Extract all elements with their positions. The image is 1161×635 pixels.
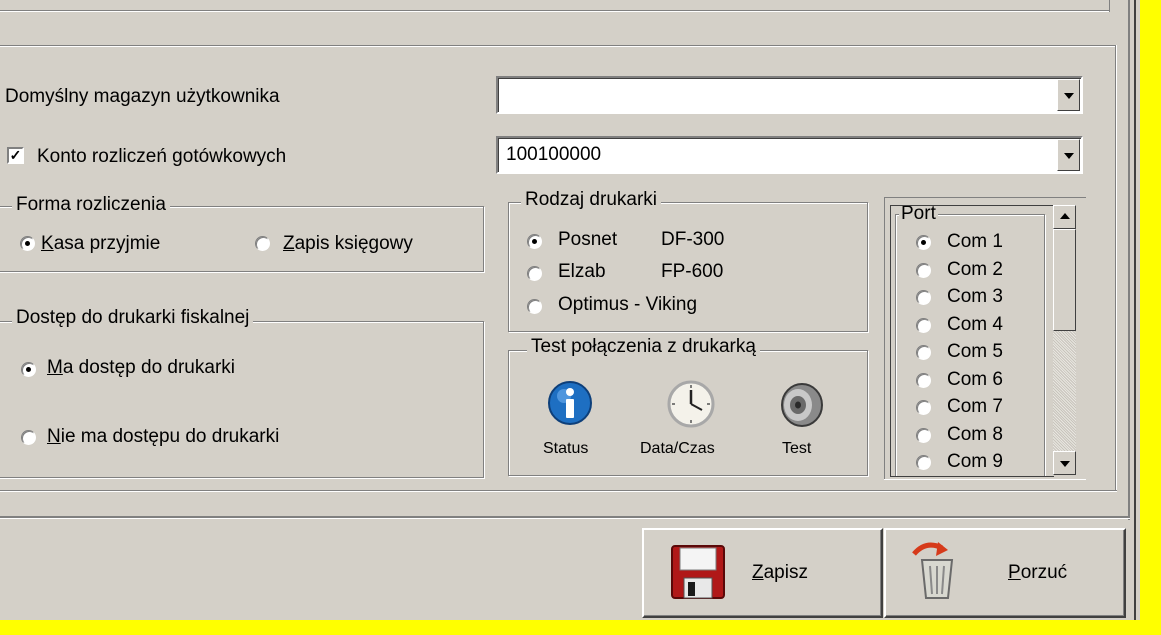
frame-right [1134,0,1136,620]
cash-account-checkbox[interactable]: ✓ [7,147,24,164]
port-item-label[interactable]: Com 3 [947,286,1003,308]
bottom-panel-top [0,518,1130,519]
frame-right [1128,0,1130,520]
discard-button[interactable]: Porzuć [884,528,1126,618]
port-item-label[interactable]: Com 1 [947,231,1003,253]
save-label: Zapisz [752,562,808,584]
scroll-down-button[interactable] [1053,451,1076,475]
port-item-label[interactable]: Com 9 [947,451,1003,473]
radio-port-item[interactable] [916,400,931,415]
status-button[interactable]: Status [535,374,605,462]
ma-dostep-mnemonic: M [47,357,63,378]
default-warehouse-dropdown-button[interactable] [1057,79,1080,111]
fiscal-access-group [0,321,484,478]
radio-port-item[interactable] [916,455,931,470]
zapis-label-rest: apis księgowy [294,233,413,254]
datetime-label: Data/Czas [640,440,715,457]
port-title: Port [899,205,938,225]
speaker-icon [781,383,823,427]
top-panel-right [1109,0,1110,12]
top-panel-edge [0,11,1110,12]
scroll-thumb[interactable] [1053,229,1076,331]
radio-port-item[interactable] [916,290,931,305]
discard-label: Porzuć [1008,562,1067,584]
ma-dostep-label-rest: a dostęp do drukarki [62,357,235,378]
status-label: Status [543,440,589,457]
zapis-ksiegowy-label[interactable]: Zapis księgowy [283,233,413,255]
nie-ma-dostepu-label[interactable]: Nie ma dostępu do drukarki [47,426,279,448]
nie-ma-dostepu-label-rest: ie ma dostępu do drukarki [60,426,280,447]
kasa-label-rest: asa przyjmie [53,233,161,254]
radio-kasa-przyjmie[interactable] [20,236,35,251]
radio-zapis-ksiegowy[interactable] [255,236,270,251]
chevron-up-icon [1059,213,1070,219]
port-scrollbar[interactable] [1053,205,1076,475]
posnet-model: DF-300 [661,229,725,250]
radio-ma-dostep[interactable] [21,362,36,377]
elzab-model: FP-600 [661,261,724,282]
chevron-down-icon [1063,93,1074,99]
main-panel-bottom [0,491,1117,492]
connection-test-group-title: Test połączenia z drukarką [527,336,760,358]
fiscal-access-group-title: Dostęp do drukarki fiskalnej [12,307,254,329]
cash-account-value: 100100000 [506,144,602,165]
save-button[interactable]: Zapisz [642,528,883,618]
default-warehouse-select[interactable] [496,76,1083,114]
datetime-button[interactable]: Data/Czas [636,374,746,462]
clock-icon [667,380,715,428]
cash-account-dropdown-button[interactable] [1057,139,1080,171]
kasa-mnemonic: K [41,233,54,254]
radio-elzab[interactable] [527,266,542,281]
radio-port-item[interactable] [916,235,931,250]
default-warehouse-label: Domyślny magazyn użytkownika [5,86,280,107]
radio-nie-ma-dostepu[interactable] [21,430,36,445]
radio-posnet[interactable] [527,234,542,249]
posnet-name[interactable]: Posnet [558,229,617,251]
port-frame [884,197,1086,198]
floppy-disk-icon [671,545,725,599]
port-frame [884,479,1086,480]
trash-icon [912,542,954,599]
settlement-group-title: Forma rozliczenia [12,194,170,216]
port-item-label[interactable]: Com 6 [947,369,1003,391]
port-item-label[interactable]: Com 4 [947,314,1003,336]
radio-port-item[interactable] [916,317,931,333]
save-label-rest: apisz [763,562,808,583]
cash-account-label: Konto rozliczeń gotówkowych [37,146,287,167]
optimus-name[interactable]: Optimus - Viking [558,294,697,316]
elzab-name[interactable]: Elzab [558,261,606,283]
radio-port-item[interactable] [916,345,931,360]
radio-port-item[interactable] [916,372,931,388]
kasa-przyjmie-label[interactable]: Kasa przyjmie [41,233,160,255]
dialog-window: Domyślny magazyn użytkownika ✓ Konto roz… [0,0,1140,620]
port-list[interactable]: Port Com 1 Com 2 Com 3 Com 4 Com 5 Com 6 Com 7… [890,205,1054,477]
ma-dostep-label[interactable]: Ma dostęp do drukarki [47,357,235,379]
test-label: Test [782,440,812,457]
radio-port-item[interactable] [916,262,931,278]
discard-label-rest: orzuć [1020,562,1068,583]
test-button[interactable]: Test [770,374,840,462]
chevron-down-icon [1059,461,1070,467]
chevron-down-icon [1063,153,1074,159]
scroll-up-button[interactable] [1053,205,1076,229]
main-panel-top [0,46,1116,47]
zapis-mnemonic: Z [283,233,295,254]
port-item-label[interactable]: Com 8 [947,424,1003,446]
port-item-label[interactable]: Com 5 [947,341,1003,363]
port-frame [884,197,885,480]
discard-mnemonic: P [1008,562,1021,583]
printer-type-group-title: Rodzaj drukarki [521,189,661,211]
main-panel-right [1116,45,1117,491]
port-item-label[interactable]: Com 7 [947,396,1003,418]
radio-optimus[interactable] [527,299,542,314]
save-mnemonic: Z [752,562,764,583]
nie-ma-dostepu-mnemonic: N [47,426,61,447]
info-icon [548,381,592,425]
cash-account-select[interactable]: 100100000 [496,136,1083,174]
radio-port-item[interactable] [916,427,931,443]
port-item-label[interactable]: Com 2 [947,259,1003,281]
